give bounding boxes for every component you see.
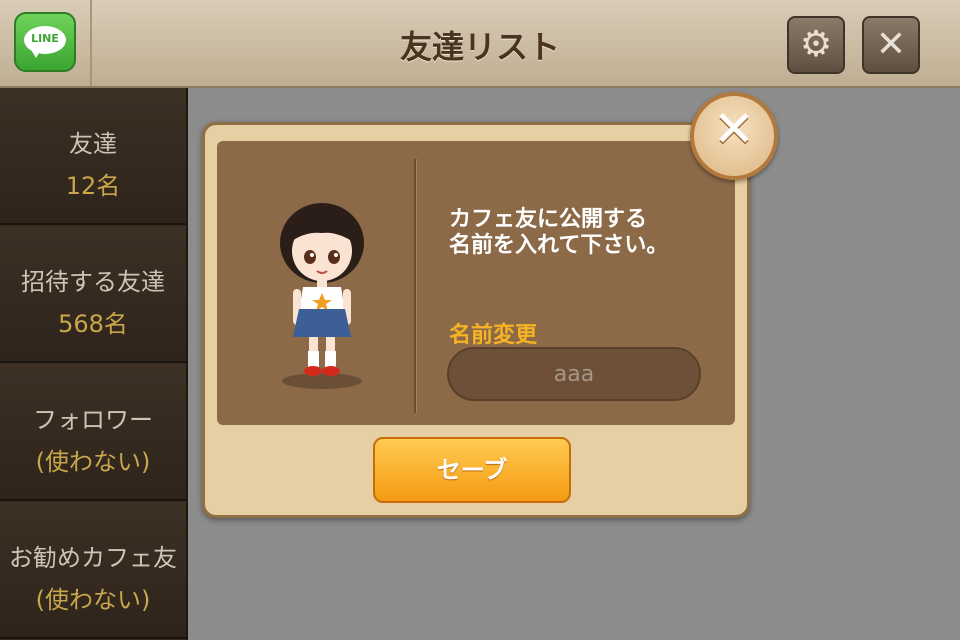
panel-divider [414,159,417,413]
header-close-button[interactable]: ✕ [862,16,920,74]
dialog-content-panel: カフェ友に公開する 名前を入れて下さい。 名前変更 [217,141,735,425]
prompt-line: カフェ友に公開する [449,207,648,232]
gear-icon: ⚙ [799,24,833,65]
name-input[interactable] [447,347,701,401]
sidebar-item-friends[interactable]: 友達 12名 [0,88,186,225]
sidebar-item-count: 568名 [58,310,128,338]
prompt-text: カフェ友に公開する 名前を入れて下さい。 [449,207,729,259]
sidebar-item-label: 友達 [69,130,117,158]
dialog-close-button[interactable]: ✕ [690,92,778,180]
name-change-label: 名前変更 [449,323,538,348]
sidebar-item-label: 招待する友達 [21,268,165,296]
save-button[interactable]: セーブ [373,437,571,503]
top-bar: LINE 友達リスト ⚙ ✕ [0,0,960,88]
sidebar-item-label: お勧めカフェ友 [9,544,177,572]
sidebar-item-count: 12名 [65,172,121,200]
sidebar-item-label: フォロワー [33,406,153,434]
avatar-character [280,203,364,389]
sidebar: 友達 12名 招待する友達 568名 フォロワー (使わない) お勧めカフェ友 … [0,88,188,640]
sidebar-item-recommended[interactable]: お勧めカフェ友 (使わない) [0,502,186,639]
settings-button[interactable]: ⚙ [787,16,845,74]
close-icon: ✕ [875,24,907,65]
name-change-dialog: カフェ友に公開する 名前を入れて下さい。 名前変更 セーブ [202,122,750,518]
sidebar-item-count: (使わない) [35,586,151,614]
sidebar-item-count: (使わない) [35,448,151,476]
close-icon: ✕ [713,100,755,158]
sidebar-item-followers[interactable]: フォロワー (使わない) [0,364,186,501]
prompt-line: 名前を入れて下さい。 [449,233,669,258]
sidebar-item-invite-friends[interactable]: 招待する友達 568名 [0,226,186,363]
